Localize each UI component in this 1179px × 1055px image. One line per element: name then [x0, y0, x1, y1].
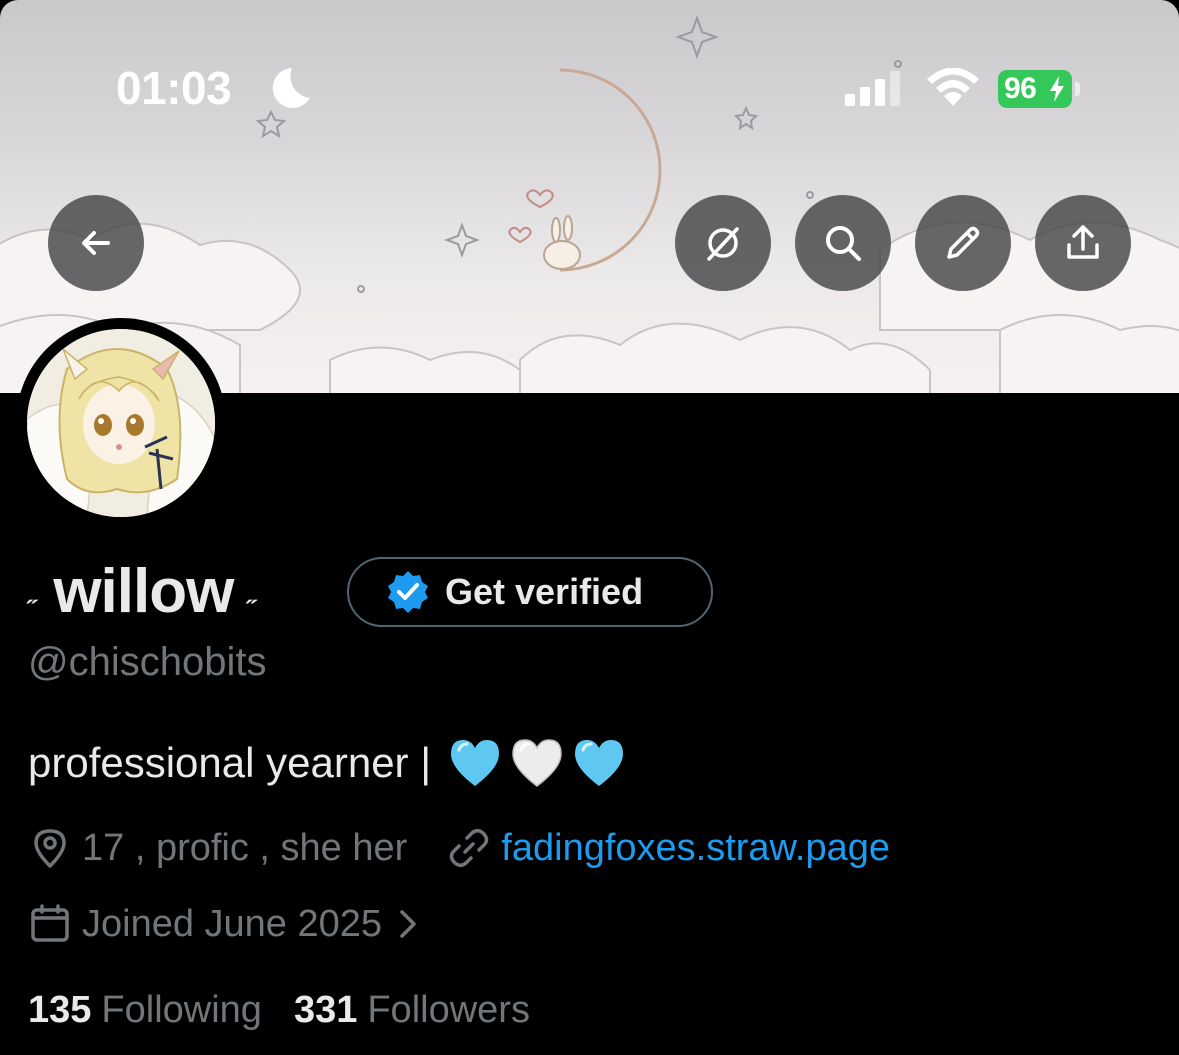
following-link[interactable]: 135 Following — [28, 989, 294, 1032]
moon-icon — [272, 68, 310, 108]
name-decoration-right: ˶ — [247, 581, 257, 612]
search-button[interactable] — [795, 195, 891, 291]
grok-button[interactable] — [675, 195, 771, 291]
user-handle: @chischobits — [28, 640, 267, 684]
location-text: 17 , profic , she her — [82, 826, 408, 869]
following-count: 135 — [28, 988, 92, 1031]
followers-count: 331 — [293, 988, 358, 1031]
share-icon — [1067, 225, 1099, 259]
wifi-icon — [927, 68, 979, 106]
following-label: Following — [101, 988, 262, 1031]
avatar[interactable] — [27, 329, 215, 517]
cellular-signal-icon — [845, 71, 900, 106]
get-verified-button[interactable]: Get verified — [347, 557, 713, 627]
share-button[interactable] — [1035, 195, 1131, 291]
edit-button[interactable] — [915, 195, 1011, 291]
followers-link[interactable]: 331 Followers — [294, 989, 562, 1032]
status-time: 01:03 — [116, 62, 232, 114]
joined-date-row[interactable]: Joined June 2025 — [28, 900, 422, 948]
link-icon — [450, 829, 489, 867]
website-link[interactable]: fadingfoxes.straw.page — [501, 827, 890, 870]
light-blue-heart-icon — [575, 740, 624, 786]
pencil-icon — [947, 226, 980, 259]
chevron-right-icon — [400, 910, 416, 938]
verified-badge-icon — [388, 571, 428, 613]
name-decoration-left: ˶ — [28, 581, 38, 612]
display-name: willow — [53, 557, 234, 626]
joined-date: Joined June 2025 — [82, 902, 383, 945]
follow-stats: 135 Following 331 Followers — [28, 986, 562, 1034]
back-button[interactable] — [48, 195, 144, 291]
grok-icon — [707, 227, 739, 261]
calendar-icon — [31, 904, 69, 942]
back-arrow-icon — [82, 231, 110, 255]
display-name-row: ˶ willow ˶ — [28, 556, 257, 628]
bio-emojis — [447, 736, 633, 790]
battery-cap — [1075, 82, 1080, 96]
profile-meta-row: 17 , profic , she her fadingfoxes.straw.… — [28, 824, 890, 872]
charging-bolt-icon — [1050, 76, 1064, 102]
followers-label: Followers — [367, 988, 530, 1031]
location-pin-icon — [34, 829, 66, 868]
battery-indicator: 96 — [998, 70, 1082, 108]
light-blue-heart-icon — [451, 740, 500, 786]
avatar-illustration — [27, 329, 215, 517]
white-heart-icon — [512, 739, 562, 787]
bio: professional yearner | — [28, 736, 633, 790]
search-icon — [826, 226, 861, 261]
bio-text: professional yearner | — [28, 739, 432, 786]
get-verified-label: Get verified — [445, 571, 644, 612]
